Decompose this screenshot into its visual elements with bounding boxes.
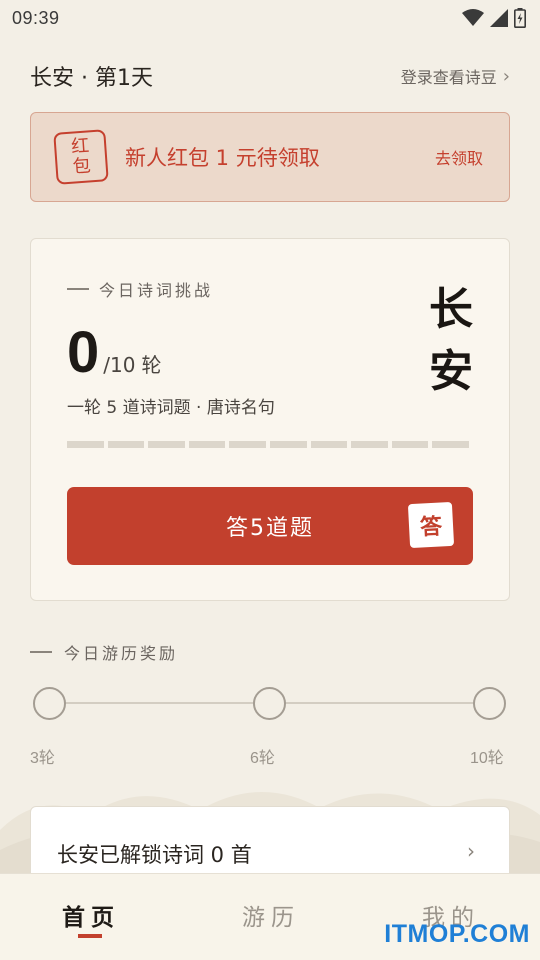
progress-segment [310, 441, 348, 448]
daily-challenge-card: 今日诗词挑战 0 /10 轮 一轮 5 道诗词题 · 唐诗名句 长 安 答5道题… [30, 238, 510, 601]
reward-node-1[interactable] [33, 687, 66, 720]
stamp-char-top: 红 [70, 135, 90, 158]
battery-icon [514, 8, 526, 28]
round-progress-bar [67, 441, 469, 448]
red-packet-stamp-icon: 红 包 [53, 129, 109, 185]
active-tab-indicator [78, 934, 102, 938]
challenge-label: 今日诗词挑战 [67, 277, 213, 301]
answer-questions-button[interactable]: 答5道题 答 [67, 487, 473, 565]
progress-segment [67, 441, 104, 448]
unlocked-poems-text: 长安已解锁诗词 0 首 [57, 843, 252, 867]
challenge-description: 一轮 5 道诗词题 · 唐诗名句 [67, 398, 275, 418]
stamp-char-bottom: 包 [71, 155, 92, 178]
reward-milestone-1: 3轮 [30, 750, 55, 767]
rounds-completed: 0 [67, 320, 100, 385]
reward-node-2[interactable] [253, 687, 286, 720]
status-time: 09:39 [12, 7, 60, 28]
claim-button[interactable]: 去领取 [435, 145, 483, 169]
reward-label: 今日游历奖励 [30, 640, 178, 664]
progress-segment [148, 441, 185, 448]
challenge-label-text: 今日诗词挑战 [99, 281, 214, 300]
red-packet-banner[interactable]: 红 包 新人红包 1 元待领取 去领取 [30, 112, 510, 202]
status-bar: 09:39 [0, 0, 540, 36]
reward-node-3[interactable] [473, 687, 506, 720]
city-char-bottom: 安 [429, 346, 473, 397]
red-packet-text: 新人红包 1 元待领取 [125, 146, 320, 170]
status-icons [462, 8, 526, 28]
progress-segment [391, 441, 429, 448]
city-char-top: 长 [429, 284, 473, 335]
progress-segment [269, 441, 307, 448]
rounds-total: /10 [103, 353, 136, 377]
score-row: 0 /10 轮 [67, 319, 161, 386]
rounds-unit: 轮 [141, 353, 162, 377]
login-link[interactable]: 登录查看诗豆 › [401, 64, 510, 88]
progress-segment [432, 441, 469, 448]
progress-segment [188, 441, 226, 448]
header: 长安 · 第1天 登录查看诗豆 › [30, 56, 510, 96]
progress-segment [229, 441, 266, 448]
signal-icon [490, 9, 508, 27]
label-dash [30, 651, 52, 653]
reward-milestone-2: 6轮 [250, 750, 275, 767]
city-day-title: 长安 · 第1天 [30, 66, 153, 91]
progress-segment [107, 441, 145, 448]
city-name-vertical: 长 安 [427, 279, 475, 403]
chevron-right-icon: › [467, 839, 475, 863]
reward-label-text: 今日游历奖励 [64, 644, 179, 663]
answer-button-label: 答5道题 [226, 516, 314, 541]
label-dash [67, 288, 89, 290]
tab-home[interactable]: 首页 [62, 898, 120, 932]
wifi-icon [462, 9, 484, 26]
answer-stamp-icon: 答 [407, 501, 455, 549]
chevron-right-icon: › [502, 65, 510, 87]
tab-travel[interactable]: 游历 [242, 898, 300, 932]
progress-segment [351, 441, 388, 448]
reward-milestone-3: 10轮 [470, 750, 504, 767]
watermark-logo: ITMOP.COM [384, 920, 530, 948]
login-link-label: 登录查看诗豆 [400, 68, 497, 87]
